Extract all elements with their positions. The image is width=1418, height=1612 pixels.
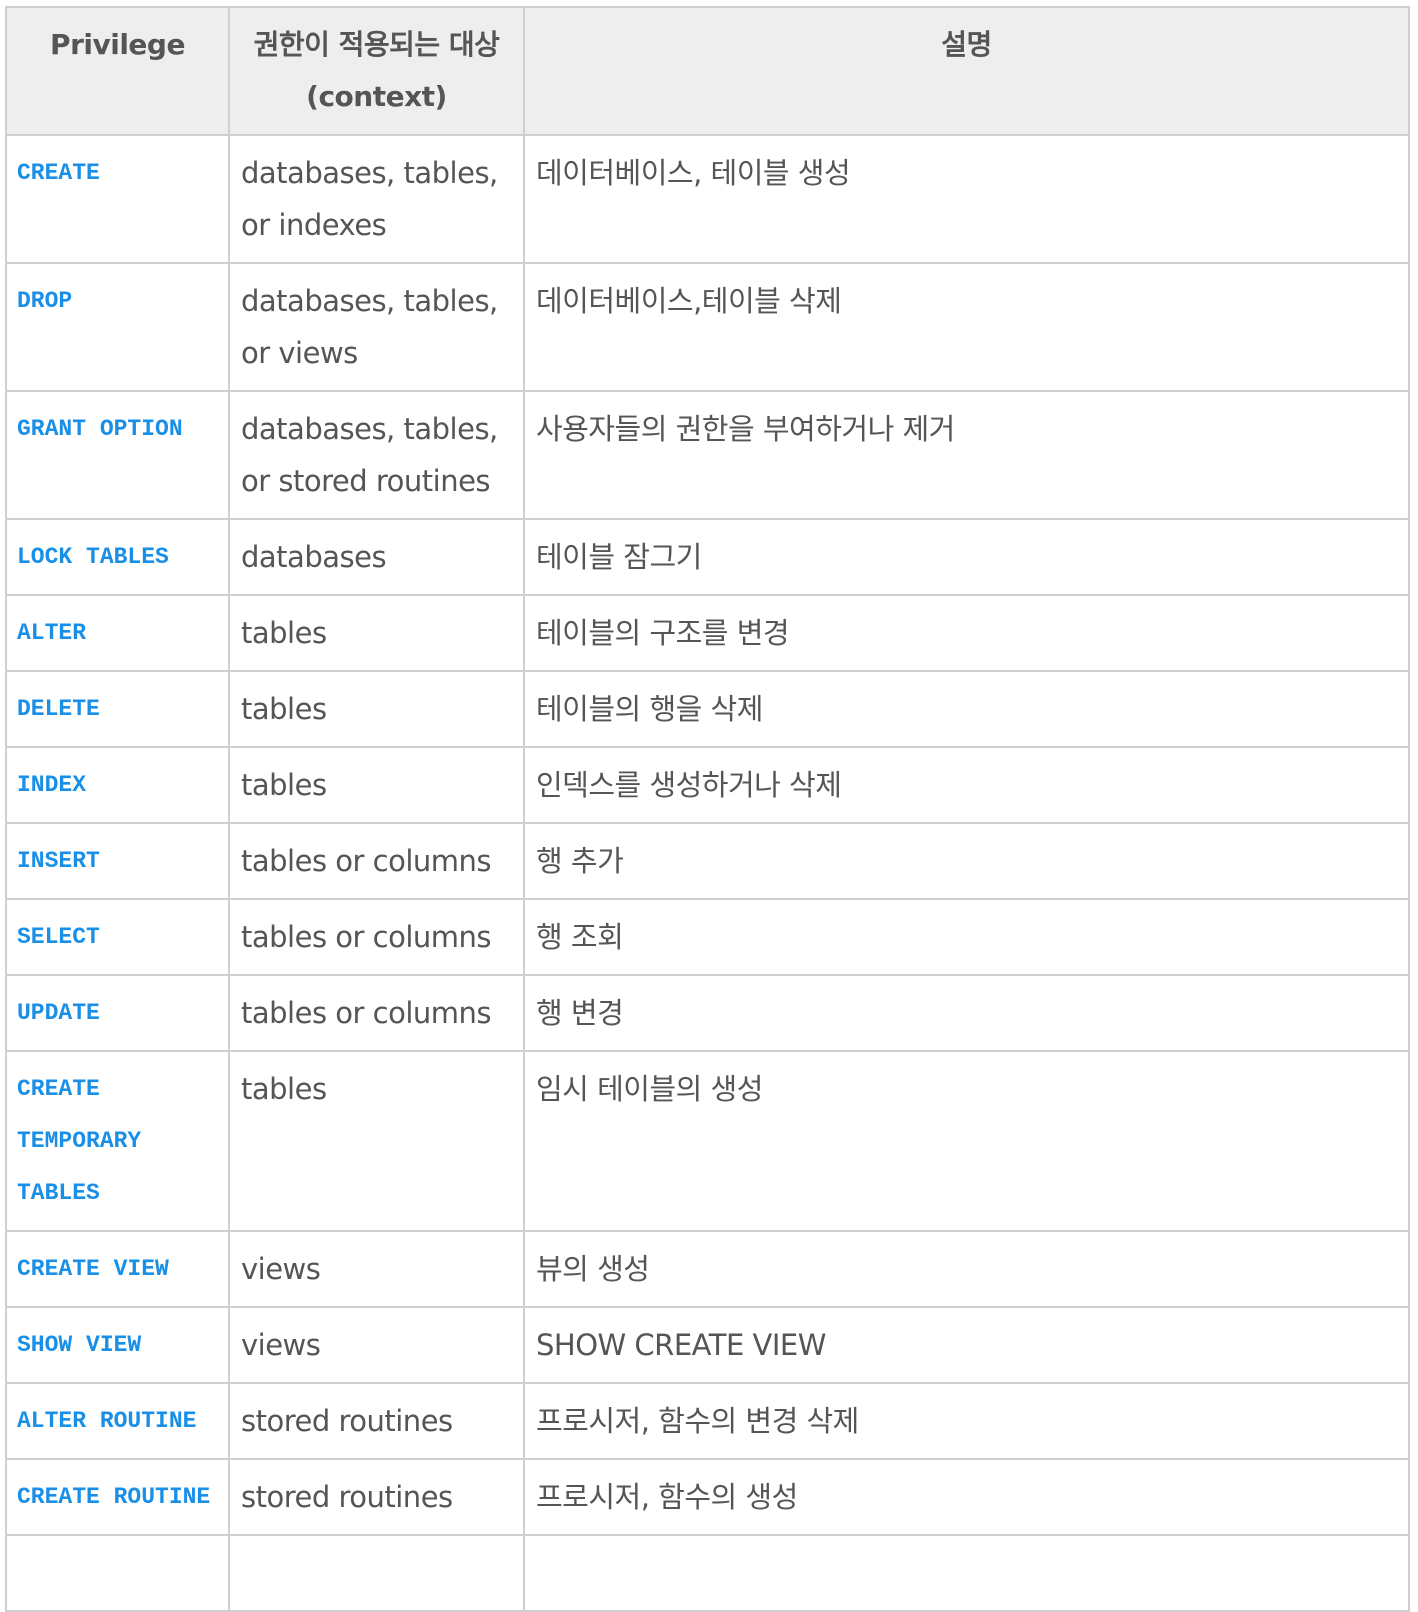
description-cell: 행 변경	[523, 974, 1410, 1052]
description-cell: 테이블의 구조를 변경	[523, 594, 1410, 672]
table-row: INSERT tables or columns 행 추가	[5, 822, 1410, 900]
privilege-cell: CREATE TEMPORARY TABLES	[5, 1050, 230, 1232]
privilege-cell: SHOW VIEW	[5, 1306, 230, 1384]
table-row: GRANT OPTION databases, tables, or stored…	[5, 390, 1410, 520]
table-row: INDEX tables 인덱스를 생성하거나 삭제	[5, 746, 1410, 824]
description-cell: 데이터베이스,테이블 삭제	[523, 262, 1410, 392]
table-row: CREATE TEMPORARY TABLES tables 임시 테이블의 생성	[5, 1050, 1410, 1232]
context-cell: tables	[228, 1050, 525, 1232]
context-cell: tables or columns	[228, 822, 525, 900]
privilege-cell: GRANT OPTION	[5, 390, 230, 520]
context-cell: stored routines	[228, 1458, 525, 1536]
table-row: LOCK TABLES databases 테이블 잠그기	[5, 518, 1410, 596]
table-row: UPDATE tables or columns 행 변경	[5, 974, 1410, 1052]
privilege-cell: ALTER	[5, 594, 230, 672]
description-cell: 테이블 잠그기	[523, 518, 1410, 596]
header-privilege: Privilege	[5, 6, 230, 136]
description-cell: 행 조회	[523, 898, 1410, 976]
table-row: ALTER ROUTINE stored routines 프로시저, 함수의 변경…	[5, 1382, 1410, 1460]
privilege-cell: UPDATE	[5, 974, 230, 1052]
description-cell: SHOW CREATE VIEW	[523, 1306, 1410, 1384]
table-row: CREATE databases, tables, or indexes 데이터베이…	[5, 134, 1410, 264]
table-row: ALTER tables 테이블의 구조를 변경	[5, 594, 1410, 672]
privilege-cell: SELECT	[5, 898, 230, 976]
header-context: 권한이 적용되는 대상 (context)	[228, 6, 525, 136]
table-row: CREATE ROUTINE stored routines 프로시저, 함수의 생…	[5, 1458, 1410, 1536]
context-cell: views	[228, 1306, 525, 1384]
privilege-cell: DELETE	[5, 670, 230, 748]
description-cell: 임시 테이블의 생성	[523, 1050, 1410, 1232]
context-cell: tables	[228, 670, 525, 748]
context-cell: tables or columns	[228, 974, 525, 1052]
context-cell: databases, tables, or stored routines	[228, 390, 525, 520]
description-cell: 행 추가	[523, 822, 1410, 900]
header-row: Privilege 권한이 적용되는 대상 (context) 설명	[5, 6, 1410, 136]
privilege-cell: CREATE VIEW	[5, 1230, 230, 1308]
table-row: SHOW VIEW views SHOW CREATE VIEW	[5, 1306, 1410, 1384]
table-row: DELETE tables 테이블의 행을 삭제	[5, 670, 1410, 748]
context-cell: views	[228, 1230, 525, 1308]
table-row	[5, 1534, 1410, 1612]
description-cell: 테이블의 행을 삭제	[523, 670, 1410, 748]
description-cell: 인덱스를 생성하거나 삭제	[523, 746, 1410, 824]
privilege-cell: INSERT	[5, 822, 230, 900]
context-cell: databases	[228, 518, 525, 596]
description-cell: 프로시저, 함수의 생성	[523, 1458, 1410, 1536]
context-cell: tables	[228, 746, 525, 824]
table-body: CREATE databases, tables, or indexes 데이터베이…	[5, 134, 1410, 1612]
empty-cell	[228, 1534, 525, 1612]
privilege-cell: CREATE	[5, 134, 230, 264]
privilege-cell: INDEX	[5, 746, 230, 824]
description-cell: 프로시저, 함수의 변경 삭제	[523, 1382, 1410, 1460]
context-cell: tables or columns	[228, 898, 525, 976]
description-cell: 뷰의 생성	[523, 1230, 1410, 1308]
privilege-cell: LOCK TABLES	[5, 518, 230, 596]
empty-cell	[523, 1534, 1410, 1612]
empty-cell	[5, 1534, 230, 1612]
privilege-cell: DROP	[5, 262, 230, 392]
table-row: SELECT tables or columns 행 조회	[5, 898, 1410, 976]
privileges-table: Privilege 권한이 적용되는 대상 (context) 설명 CREAT…	[5, 6, 1410, 1612]
table-row: CREATE VIEW views 뷰의 생성	[5, 1230, 1410, 1308]
context-cell: databases, tables, or indexes	[228, 134, 525, 264]
description-cell: 사용자들의 권한을 부여하거나 제거	[523, 390, 1410, 520]
description-cell: 데이터베이스, 테이블 생성	[523, 134, 1410, 264]
table-row: DROP databases, tables, or views 데이터베이스,테이…	[5, 262, 1410, 392]
context-cell: stored routines	[228, 1382, 525, 1460]
privilege-cell: CREATE ROUTINE	[5, 1458, 230, 1536]
context-cell: tables	[228, 594, 525, 672]
header-description: 설명	[523, 6, 1410, 136]
privilege-cell: ALTER ROUTINE	[5, 1382, 230, 1460]
context-cell: databases, tables, or views	[228, 262, 525, 392]
